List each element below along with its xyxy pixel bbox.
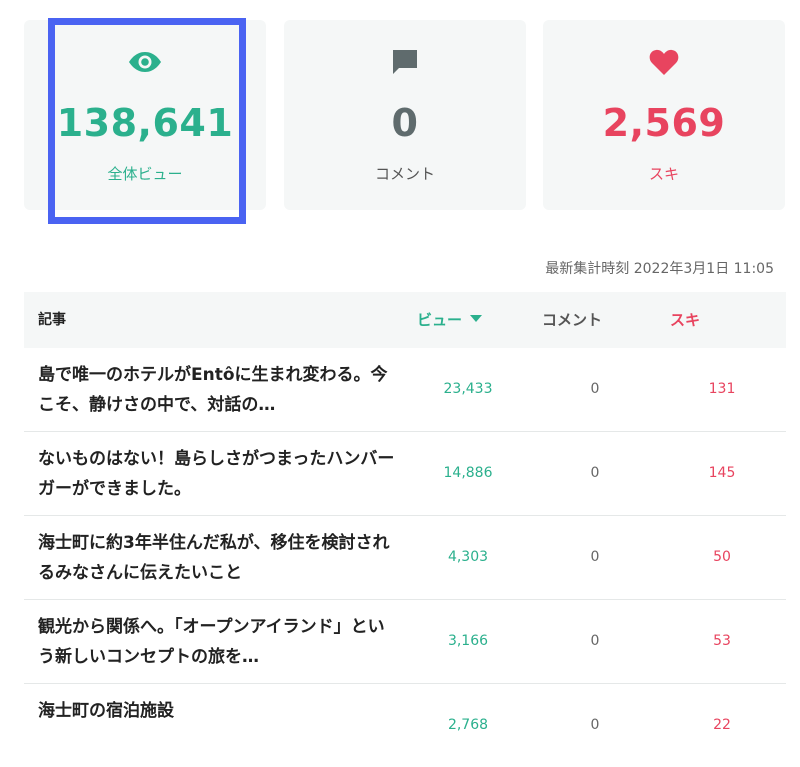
table-row[interactable]: 海士町の宿泊施設 2,768 0 22 [24, 684, 786, 767]
total-views-card[interactable]: 138,641 全体ビュー [24, 20, 266, 210]
article-views: 2,768 [447, 717, 489, 733]
article-comments: 0 [590, 465, 600, 481]
article-views: 4,303 [447, 549, 489, 565]
total-likes-card[interactable]: 2,569 スキ [543, 20, 785, 210]
article-comments: 0 [590, 549, 600, 565]
column-header-views-label: ビュー [417, 311, 463, 329]
column-header-likes[interactable]: スキ [670, 292, 700, 348]
column-header-views[interactable]: ビュー [417, 292, 483, 348]
table-row[interactable]: ないものはない！島らしさがつまったハンバーガーができました。 14,886 0 … [24, 432, 786, 516]
article-title[interactable]: ないものはない！島らしさがつまったハンバーガーができました。 [38, 444, 396, 504]
article-likes: 22 [713, 717, 731, 733]
eye-icon [24, 46, 266, 78]
article-likes: 50 [713, 549, 731, 565]
article-comments: 0 [590, 633, 600, 649]
total-views-label: 全体ビュー [107, 165, 183, 183]
total-comments-card[interactable]: 0 コメント [284, 20, 526, 210]
sort-desc-icon [470, 315, 483, 322]
article-comments: 0 [590, 381, 600, 397]
total-likes-value: 2,569 [602, 101, 726, 145]
total-comments-value: 0 [391, 101, 419, 145]
total-comments-label: コメント [374, 165, 435, 183]
article-comments: 0 [590, 717, 600, 733]
stats-summary: 138,641 全体ビュー 0 コメント 2,569 スキ [24, 20, 786, 210]
total-likes-label: スキ [648, 165, 679, 183]
article-views: 3,166 [447, 633, 489, 649]
table-header: 記事 ビュー コメント スキ [24, 292, 786, 348]
article-likes: 131 [708, 381, 736, 397]
article-views: 23,433 [443, 381, 493, 397]
article-stats-table: 記事 ビュー コメント スキ 島で唯一のホテルがEntôに生まれ変わる。今こそ、… [24, 292, 786, 767]
last-updated-time: 最新集計時刻 2022年3月1日 11:05 [545, 261, 774, 277]
article-views: 14,886 [443, 465, 493, 481]
heart-icon [543, 46, 785, 78]
table-row[interactable]: 観光から関係へ。「オープンアイランド」という新しいコンセプトの旅を… 3,166… [24, 600, 786, 684]
total-views-value: 138,641 [56, 101, 234, 145]
table-row[interactable]: 海士町に約3年半住んだ私が、移住を検討されるみなさんに伝えたいこと 4,303 … [24, 516, 786, 600]
column-header-comments[interactable]: コメント [542, 292, 602, 348]
article-title[interactable]: 海士町に約3年半住んだ私が、移住を検討されるみなさんに伝えたいこと [38, 528, 396, 588]
column-header-article: 記事 [38, 312, 66, 328]
article-title[interactable]: 海士町の宿泊施設 [38, 696, 396, 726]
article-title[interactable]: 島で唯一のホテルがEntôに生まれ変わる。今こそ、静けさの中で、対話の… [38, 360, 396, 420]
article-title[interactable]: 観光から関係へ。「オープンアイランド」という新しいコンセプトの旅を… [38, 612, 396, 672]
article-likes: 53 [713, 633, 731, 649]
table-row[interactable]: 島で唯一のホテルがEntôに生まれ変わる。今こそ、静けさの中で、対話の… 23,… [24, 348, 786, 432]
article-likes: 145 [708, 465, 736, 481]
comment-icon [284, 46, 526, 78]
